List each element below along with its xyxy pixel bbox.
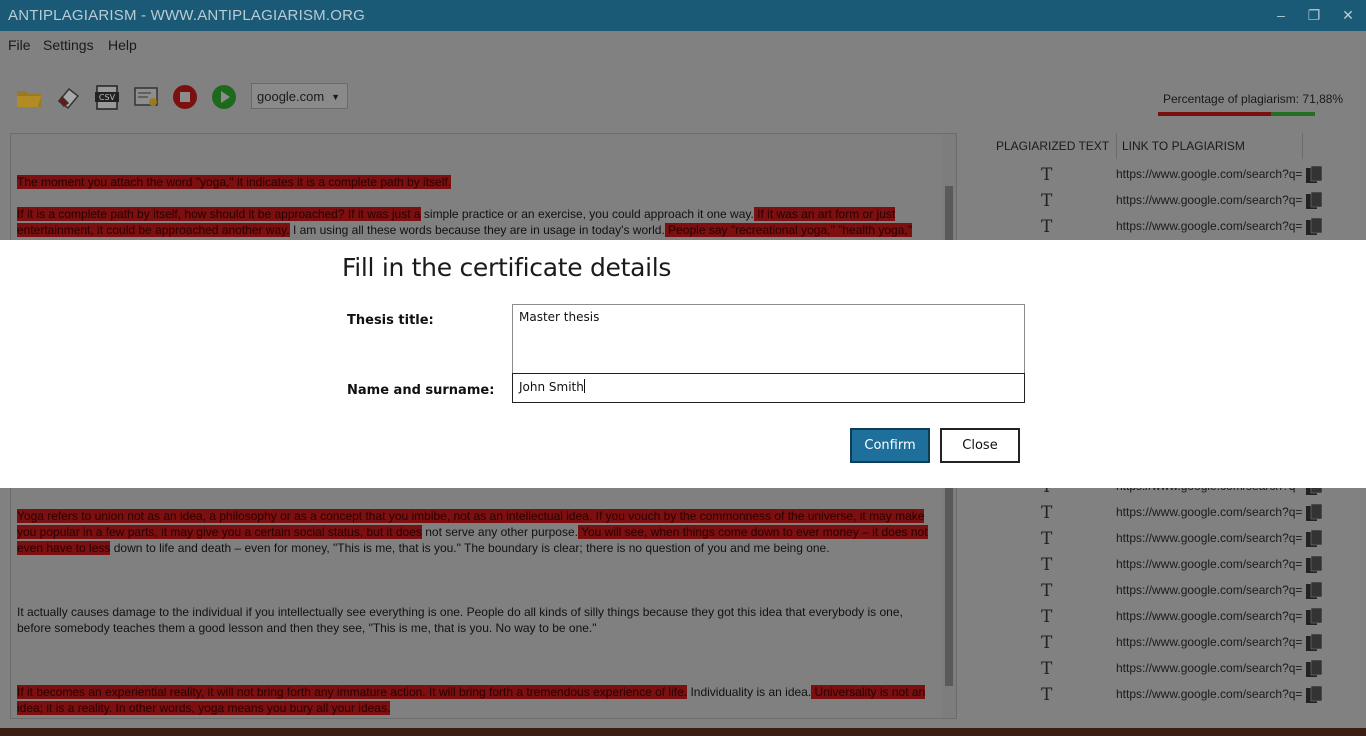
paragraph: The moment you attach the word "yoga," i… — [17, 174, 935, 190]
document-icon[interactable] — [1305, 191, 1323, 211]
plagiarized-segment: People say "recreational yoga," "health … — [664, 223, 912, 237]
close-button[interactable]: Close — [940, 428, 1020, 463]
original-segment: down to life and death – even for money,… — [110, 541, 830, 555]
plagiarism-link[interactable]: https://www.google.com/search?q= — [1116, 635, 1302, 649]
plagiarism-progress-bar — [1158, 112, 1315, 116]
document-icon[interactable] — [1305, 659, 1323, 679]
text-icon[interactable]: T — [1041, 217, 1052, 237]
original-segment: It actually causes damage to the individ… — [17, 605, 903, 635]
svg-text:CSV: CSV — [99, 93, 116, 102]
original-segment: not serve any other purpose. — [421, 525, 578, 539]
certificate-dialog: Fill in the certificate details Thesis t… — [0, 240, 1366, 488]
plagiarism-link[interactable]: https://www.google.com/search?q= — [1116, 609, 1302, 623]
result-row[interactable]: Thttps://www.google.com/search?q= — [986, 603, 1331, 629]
title-bar: ANTIPLAGIARISM - WWW.ANTIPLAGIARISM.ORG … — [0, 0, 1366, 31]
search-engine-value: google.com — [257, 89, 325, 104]
name-surname-value: John Smith — [519, 380, 584, 394]
plagiarism-link[interactable]: https://www.google.com/search?q= — [1116, 167, 1302, 181]
text-caret — [583, 379, 585, 393]
plagiarism-link[interactable]: https://www.google.com/search?q= — [1116, 557, 1302, 571]
plagiarized-segment: If it is a complete path by itself, how … — [17, 207, 421, 221]
result-row[interactable]: Thttps://www.google.com/search?q= — [986, 161, 1331, 187]
text-icon[interactable]: T — [1041, 685, 1052, 705]
plagiarism-link[interactable]: https://www.google.com/search?q= — [1116, 531, 1302, 545]
chevron-down-icon: ▼ — [331, 92, 340, 102]
text-icon[interactable]: T — [1041, 503, 1052, 523]
result-row[interactable]: Thttps://www.google.com/search?q= — [986, 655, 1331, 681]
confirm-button[interactable]: Confirm — [850, 428, 930, 463]
result-row[interactable]: Thttps://www.google.com/search?q= — [986, 213, 1331, 239]
search-engine-select[interactable]: google.com ▼ — [251, 83, 348, 109]
text-icon[interactable]: T — [1041, 607, 1052, 627]
name-surname-label: Name and surname: — [347, 383, 495, 398]
text-icon[interactable]: T — [1041, 581, 1052, 601]
original-segment: I am using all these words because they … — [289, 223, 665, 237]
menu-help[interactable]: Help — [108, 37, 137, 53]
column-header-link[interactable]: LINK TO PLAGIARISM — [1116, 133, 1303, 159]
document-icon[interactable] — [1305, 607, 1323, 627]
document-icon[interactable] — [1305, 165, 1323, 185]
result-row[interactable]: Thttps://www.google.com/search?q= — [986, 681, 1331, 707]
play-icon[interactable] — [210, 83, 238, 111]
text-icon[interactable]: T — [1041, 165, 1052, 185]
text-icon[interactable]: T — [1041, 555, 1052, 575]
taskbar — [0, 728, 1366, 736]
document-icon[interactable] — [1305, 685, 1323, 705]
result-row[interactable]: Thttps://www.google.com/search?q= — [986, 187, 1331, 213]
window-title: ANTIPLAGIARISM - WWW.ANTIPLAGIARISM.ORG — [8, 7, 365, 24]
document-icon[interactable] — [1305, 633, 1323, 653]
plagiarism-link[interactable]: https://www.google.com/search?q= — [1116, 193, 1302, 207]
plagiarism-link[interactable]: https://www.google.com/search?q= — [1116, 505, 1302, 519]
plagiarism-link[interactable]: https://www.google.com/search?q= — [1116, 687, 1302, 701]
original-segment: simple practice or an exercise, you coul… — [420, 207, 754, 221]
document-icon[interactable] — [1305, 503, 1323, 523]
plagiarism-link[interactable]: https://www.google.com/search?q= — [1116, 661, 1302, 675]
column-header-plagiarized-text[interactable]: PLAGIARIZED TEXT — [986, 133, 1117, 159]
minimize-button[interactable]: – — [1266, 4, 1296, 26]
thesis-title-label: Thesis title: — [347, 313, 434, 328]
open-folder-icon[interactable] — [15, 83, 43, 111]
dialog-title: Fill in the certificate details — [342, 253, 672, 282]
document-icon[interactable] — [1305, 529, 1323, 549]
certificate-icon[interactable] — [133, 83, 161, 111]
plagiarized-segment: It will bring forth a tremendous experie… — [425, 685, 688, 699]
menu-bar: File Settings Help — [0, 31, 1366, 59]
maximize-button[interactable]: ❐ — [1299, 4, 1329, 26]
eraser-icon[interactable] — [55, 83, 83, 111]
plagiarized-segment: In other words, yoga means you bury all … — [112, 701, 391, 715]
csv-export-icon[interactable]: CSV — [93, 83, 121, 111]
text-icon[interactable]: T — [1041, 659, 1052, 679]
plagiarism-percentage: Percentage of plagiarism: 71,88% — [1163, 92, 1344, 106]
stop-icon[interactable] — [171, 83, 199, 111]
document-icon[interactable] — [1305, 217, 1323, 237]
result-row[interactable]: Thttps://www.google.com/search?q= — [986, 551, 1331, 577]
paragraph: Yoga refers to union not as an idea, a p… — [17, 508, 935, 556]
text-icon[interactable]: T — [1041, 191, 1052, 211]
document-icon[interactable] — [1305, 555, 1323, 575]
thesis-title-input[interactable]: Master thesis — [512, 304, 1025, 374]
menu-file[interactable]: File — [8, 37, 31, 53]
menu-settings[interactable]: Settings — [43, 37, 94, 53]
text-icon[interactable]: T — [1041, 633, 1052, 653]
paragraph: It actually causes damage to the individ… — [17, 604, 935, 636]
plagiarized-segment: If it becomes an experiential reality, i… — [17, 685, 426, 699]
close-window-button[interactable]: ✕ — [1333, 4, 1363, 26]
text-icon[interactable]: T — [1041, 529, 1052, 549]
thesis-title-value: Master thesis — [519, 310, 600, 324]
plagiarism-link[interactable]: https://www.google.com/search?q= — [1116, 219, 1302, 233]
document-icon[interactable] — [1305, 581, 1323, 601]
name-surname-input[interactable]: John Smith — [512, 373, 1025, 403]
paragraph: If it becomes an experiential reality, i… — [17, 684, 935, 716]
result-row[interactable]: Thttps://www.google.com/search?q= — [986, 525, 1331, 551]
original-portion — [1271, 112, 1315, 116]
result-row[interactable]: Thttps://www.google.com/search?q= — [986, 629, 1331, 655]
paragraph: If it is a complete path by itself, how … — [17, 206, 935, 238]
original-segment: Individuality is an idea. — [687, 685, 812, 699]
plagiarized-segment: The moment you attach the word "yoga," i… — [17, 175, 452, 189]
result-row[interactable]: Thttps://www.google.com/search?q= — [986, 577, 1331, 603]
result-row[interactable]: Thttps://www.google.com/search?q= — [986, 499, 1331, 525]
plagiarism-link[interactable]: https://www.google.com/search?q= — [1116, 583, 1302, 597]
